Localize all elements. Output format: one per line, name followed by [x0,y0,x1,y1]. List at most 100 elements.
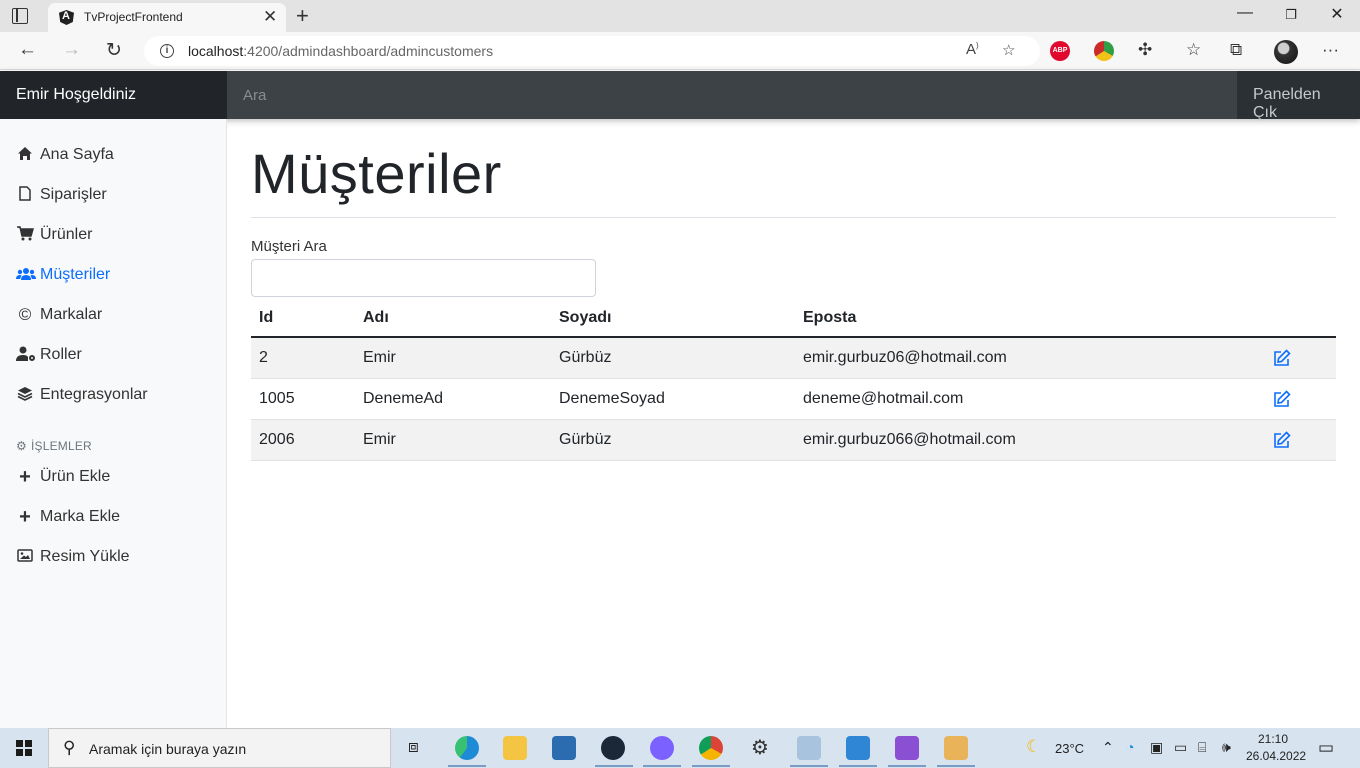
layers-icon [16,386,34,405]
table-row: 2 Emir Gürbüz emir.gurbuz06@hotmail.com [251,338,1336,379]
monitor-icon[interactable]: ▭ [1174,739,1187,756]
weather-temp[interactable]: 23°C [1055,741,1084,756]
home-icon [16,146,34,165]
navbar-search-input[interactable]: Ara [227,71,1237,119]
chevron-up-icon[interactable]: ⌃ [1102,739,1114,756]
tab-title: TvProjectFrontend [84,10,183,24]
sidebar-item-home[interactable]: Ana Sayfa [16,143,114,167]
app-navbar: Emir Hoşgeldiniz Ara Panelden Çık [0,71,1360,121]
sidebar-item-label: Siparişler [40,186,107,203]
sidebar-item-label: Marka Ekle [40,508,121,525]
sidebar-item-integrations[interactable]: Entegrasyonlar [16,383,148,407]
sidebar-item-label: Ürün Ekle [40,468,111,485]
taskbar-search-placeholder: Aramak için buraya yazın [89,741,247,757]
sidebar-item-products[interactable]: Ürünler [16,223,92,247]
sidebar-item-brands[interactable]: © Markalar [16,303,103,327]
column-header-email: Eposta [803,309,857,326]
signout-link[interactable]: Panelden Çık [1237,71,1360,121]
photos-icon[interactable] [797,736,821,760]
user-gear-icon [16,346,35,365]
column-header-id: Id [259,309,274,326]
profile-avatar[interactable] [1274,40,1298,64]
plus-icon: + [19,465,31,488]
network-icon[interactable]: ⌸ [1198,739,1206,756]
read-aloud-icon[interactable]: A) [966,41,979,58]
sidebar-action-upload-image[interactable]: Resim Yükle [16,545,130,569]
browser-tab-bar: TvProjectFrontend ✕ + — ❐ ✕ [0,0,1360,32]
cell-email: deneme@hotmail.com [803,390,964,407]
restore-icon[interactable]: ❐ [1281,7,1301,23]
taskbar-search-input[interactable]: ⚲ Aramak için buraya yazın [48,728,391,768]
plus-icon: + [19,505,31,528]
sidebar-item-label: Resim Yükle [40,548,130,565]
navbar-search-placeholder: Ara [243,87,267,104]
refresh-icon[interactable]: ↻ [106,39,122,62]
customers-table: Id Adı Soyadı Eposta 2 Emir Gürbüz emir.… [251,300,1336,461]
clock-time[interactable]: 21:10 [1258,732,1288,746]
settings-icon[interactable]: ⚙ [748,736,772,760]
visual-studio-icon[interactable] [895,736,919,760]
edge-icon[interactable] [455,736,479,760]
edit-icon[interactable] [1273,390,1291,408]
weather-icon[interactable]: ☾ [1026,737,1041,757]
customer-search-input[interactable] [251,259,596,297]
sidebar: Ana Sayfa Siparişler Ürünler Müşteriler … [0,119,227,728]
address-bar: ← → ↻ i localhost:4200/admindashboard/ad… [0,32,1360,70]
active-app-indicator [937,765,975,767]
sidebar-item-roles[interactable]: Roller [16,343,82,367]
extension-globe-icon[interactable] [1094,41,1114,61]
search-icon: ⚲ [63,738,76,757]
camera-icon[interactable]: ▣ [1150,739,1163,756]
cell-name: DenemeAd [363,390,444,407]
file-explorer-icon[interactable] [503,736,527,760]
forward-icon: → [62,39,81,60]
clock-date[interactable]: 26.04.2022 [1246,749,1306,763]
volume-icon[interactable]: 🕪 [1222,739,1231,756]
table-row: 1005 DenemeAd DenemeSoyad deneme@hotmail… [251,379,1336,420]
back-icon[interactable]: ← [18,39,37,61]
messenger-icon[interactable] [650,736,674,760]
window-close-icon[interactable]: ✕ [1327,4,1347,24]
extensions-icon[interactable]: ✣ [1138,40,1152,60]
steam-icon[interactable] [601,736,625,760]
favorites-icon[interactable]: ☆ [1186,40,1201,60]
tray-app-icon[interactable]: ◔ [1126,739,1134,755]
browser-tab[interactable]: TvProjectFrontend ✕ [48,3,286,32]
windows-start-icon[interactable] [16,740,32,756]
info-icon[interactable]: i [160,44,174,58]
vscode-icon[interactable] [846,736,870,760]
edit-icon[interactable] [1273,349,1291,367]
url-field[interactable]: i localhost:4200/admindashboard/admincus… [144,36,1040,66]
more-icon[interactable]: ··· [1322,40,1339,60]
sidebar-item-orders[interactable]: Siparişler [16,183,107,207]
section-heading: ⚙ İŞLEMLER [16,439,92,453]
adblock-icon[interactable]: ABP [1050,41,1070,61]
cell-surname: Gürbüz [559,431,612,448]
brand[interactable]: Emir Hoşgeldiniz [0,71,227,119]
collections-icon[interactable]: ⧉ [1230,40,1242,60]
minimize-icon[interactable]: — [1235,4,1255,22]
new-tab-icon[interactable]: + [296,3,309,29]
image-icon [16,548,34,566]
sidebar-item-customers[interactable]: Müşteriler [16,263,110,287]
store-icon[interactable] [552,736,576,760]
edit-icon[interactable] [1273,431,1291,449]
divider [251,217,1336,218]
active-app-indicator [643,765,681,767]
chrome-icon[interactable] [699,736,723,760]
sidebar-action-add-product[interactable]: + Ürün Ekle [16,465,110,489]
sidebar-item-label: Roller [40,346,82,363]
cell-email: emir.gurbuz06@hotmail.com [803,349,1007,366]
task-view-icon[interactable]: ⧈ [408,737,419,757]
add-favorite-icon[interactable]: ☆ [1002,41,1015,59]
notifications-icon[interactable]: ▭ [1318,738,1334,758]
section-heading-label: İŞLEMLER [30,439,92,453]
paint-icon[interactable] [944,736,968,760]
cell-name: Emir [363,431,396,448]
close-tab-icon[interactable]: ✕ [263,7,277,27]
cell-id: 2 [259,349,268,366]
url-path: :4200/admindashboard/admincustomers [243,43,494,59]
sidebar-action-add-brand[interactable]: + Marka Ekle [16,505,120,529]
windows-taskbar: ⚲ Aramak için buraya yazın ⧈ ⚙ ☾ 23°C ⌃ … [0,728,1360,768]
tab-actions-icon[interactable] [12,8,28,24]
